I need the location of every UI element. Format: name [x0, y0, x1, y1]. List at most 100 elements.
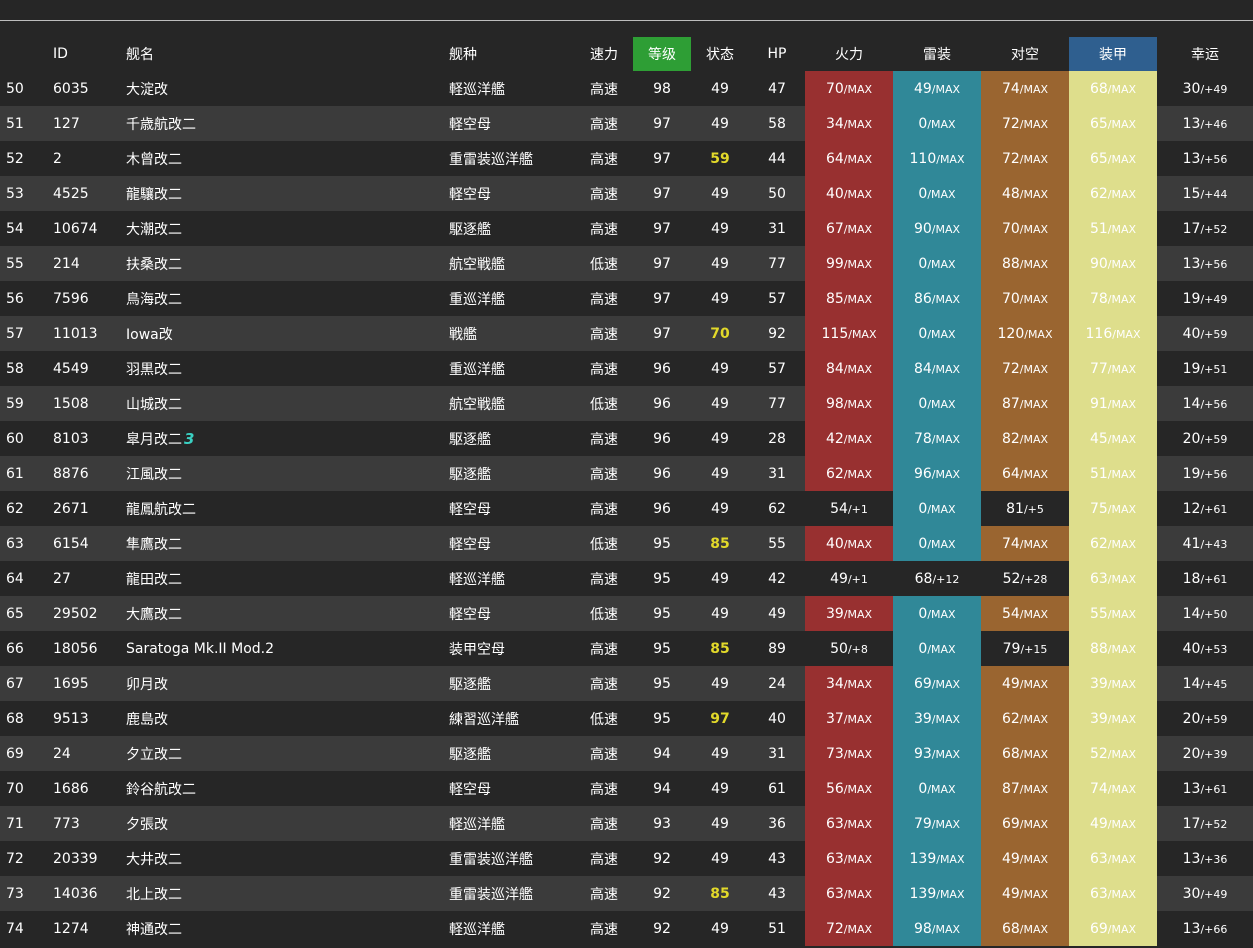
table-row[interactable]: 64 27 龍田改二 軽巡洋艦 高速 95 49 42 49/+1 68/+12 52/+28 63/…: [0, 561, 1253, 596]
table-row[interactable]: 69 24 夕立改二 駆逐艦 高速 94 49 31 73/MAX 93/MAX 68/MAX 52/…: [0, 736, 1253, 771]
col-header-luck[interactable]: 幸运: [1157, 37, 1253, 71]
cell-luck: 40/+59: [1157, 316, 1253, 351]
cell-armor: 78/MAX: [1069, 281, 1157, 316]
cell-name: 北上改二: [120, 876, 443, 911]
cell-armor-mod: /MAX: [1107, 817, 1137, 831]
cell-firepower-mod: /+1: [847, 572, 868, 586]
table-row[interactable]: 71 773 夕張改 軽巡洋艦 高速 93 49 36 63/MAX 79/MAX 69/MAX 49…: [0, 806, 1253, 841]
cell-id: 20339: [47, 841, 120, 876]
cell-armor-value: 63: [1089, 885, 1108, 902]
cell-torpedo-value: 0: [918, 185, 928, 202]
table-row[interactable]: 74 1274 神通改二 軽巡洋艦 高速 92 49 51 72/MAX 98/MAX 68/MAX…: [0, 911, 1253, 946]
table-row[interactable]: 50 6035 大淀改 軽巡洋艦 高速 98 49 47 70/MAX 49/MAX 74/MAX 6…: [0, 71, 1253, 106]
table-row[interactable]: 59 1508 山城改二 航空戦艦 低速 96 49 77 98/MAX 0/MAX 87/MAX 9…: [0, 386, 1253, 421]
col-header-speed[interactable]: 速力: [575, 37, 633, 71]
col-header-cond[interactable]: 状态: [691, 37, 749, 71]
cell-firepower: 54/+1: [805, 491, 893, 526]
table-row[interactable]: 67 1695 卯月改 駆逐艦 高速 95 49 24 34/MAX 69/MAX 49/MAX 39…: [0, 666, 1253, 701]
table-row[interactable]: 51 127 千歳航改二 軽空母 高速 97 49 58 34/MAX 0/MAX 72/MAX 65…: [0, 106, 1253, 141]
cell-antiair: 74/MAX: [981, 71, 1069, 106]
cell-cond: 49: [691, 386, 749, 421]
cell-torpedo-mod: /MAX: [927, 117, 956, 131]
cell-torpedo-mod: /MAX: [931, 362, 961, 376]
cell-torpedo-value: 0: [918, 395, 928, 412]
cell-speed: 高速: [575, 491, 633, 526]
col-header-firepower[interactable]: 火力: [805, 37, 893, 71]
cell-luck: 13/+46: [1157, 106, 1253, 141]
cell-no: 50: [0, 71, 47, 106]
cell-type: 軽空母: [443, 491, 575, 526]
cell-antiair-value: 72: [1001, 150, 1020, 167]
table-row[interactable]: 62 2671 龍鳳航改二 軽空母 高速 96 49 62 54/+1 0/MAX 81/+5 75/…: [0, 491, 1253, 526]
cell-hp: 62: [749, 491, 805, 526]
cell-antiair-value: 49: [1001, 675, 1020, 692]
ship-name: 北上改二: [126, 886, 182, 903]
table-row[interactable]: 70 1686 鈴谷航改二 軽空母 高速 94 49 61 56/MAX 0/MAX 87/MAX 7…: [0, 771, 1253, 806]
cell-speed: 低速: [575, 246, 633, 281]
cell-armor-value: 78: [1089, 290, 1108, 307]
table-row[interactable]: 61 8876 江風改二 駆逐艦 高速 96 49 31 62/MAX 96/MAX 64/MAX 5…: [0, 456, 1253, 491]
cell-torpedo-value: 78: [913, 430, 932, 447]
cell-luck-mod: /+46: [1200, 117, 1228, 131]
cell-name: 山城改二: [120, 386, 443, 421]
col-header-level[interactable]: 等级: [633, 37, 691, 71]
cell-luck-mod: /+49: [1200, 292, 1228, 306]
cell-cond: 49: [691, 106, 749, 141]
cell-cond: 85: [691, 631, 749, 666]
col-header-name[interactable]: 舰名: [120, 37, 443, 71]
cell-firepower-value: 72: [825, 920, 844, 937]
cell-name: 大淀改: [120, 71, 443, 106]
cell-type: 航空戦艦: [443, 246, 575, 281]
cell-firepower: 34/MAX: [805, 666, 893, 701]
cell-antiair-value: 81: [1006, 500, 1024, 517]
table-row[interactable]: 56 7596 鳥海改二 重巡洋艦 高速 97 49 57 85/MAX 86/MAX 70/MAX…: [0, 281, 1253, 316]
cell-antiair: 87/MAX: [981, 771, 1069, 806]
cell-firepower: 39/MAX: [805, 596, 893, 631]
cell-luck: 13/+56: [1157, 141, 1253, 176]
table-row[interactable]: 63 6154 隼鷹改二 軽空母 低速 95 85 55 40/MAX 0/MAX 74/MAX 62…: [0, 526, 1253, 561]
cell-firepower-mod: /MAX: [843, 257, 873, 271]
cell-speed: 高速: [575, 456, 633, 491]
table-row[interactable]: 66 18056 Saratoga Mk.II Mod.2 装甲空母 高速 95 85 89 5…: [0, 631, 1253, 666]
col-header-hp[interactable]: HP: [749, 37, 805, 71]
table-row[interactable]: 72 20339 大井改二 重雷装巡洋艦 高速 92 49 43 63/MAX 139/MAX 49…: [0, 841, 1253, 876]
cell-antiair-value: 68: [1001, 745, 1020, 762]
table-row[interactable]: 73 14036 北上改二 重雷装巡洋艦 高速 92 85 43 63/MAX 139/MAX 49…: [0, 876, 1253, 911]
table-row[interactable]: 53 4525 龍驤改二 軽空母 高速 97 49 50 40/MAX 0/MAX 48/MAX 62…: [0, 176, 1253, 211]
table-row[interactable]: 68 9513 鹿島改 練習巡洋艦 低速 95 97 40 37/MAX 39/MAX 62/MAX…: [0, 701, 1253, 736]
cell-cond: 59: [691, 141, 749, 176]
cell-armor-mod: /MAX: [1107, 187, 1137, 201]
cell-hp: 51: [749, 911, 805, 946]
cell-type: 重巡洋艦: [443, 351, 575, 386]
cell-firepower-value: 70: [825, 80, 844, 97]
table-row[interactable]: 54 10674 大潮改二 駆逐艦 高速 97 49 31 67/MAX 90/MAX 70/MAX…: [0, 211, 1253, 246]
table-row[interactable]: 58 4549 羽黒改二 重巡洋艦 高速 96 49 57 84/MAX 84/MAX 72/MAX…: [0, 351, 1253, 386]
cell-antiair-mod: /MAX: [1019, 362, 1049, 376]
cell-firepower-value: 64: [825, 150, 844, 167]
col-header-antiair[interactable]: 对空: [981, 37, 1069, 71]
table-row[interactable]: 52 2 木曾改二 重雷装巡洋艦 高速 97 59 44 64/MAX 110/MAX 72/MAX…: [0, 141, 1253, 176]
table-row[interactable]: 65 29502 大鷹改二 軽空母 低速 95 49 49 39/MAX 0/MAX 54/MAX 5…: [0, 596, 1253, 631]
col-header-armor[interactable]: 装甲: [1069, 37, 1157, 71]
table-row[interactable]: 55 214 扶桑改二 航空戦艦 低速 97 49 77 99/MAX 0/MAX 88/MAX 90…: [0, 246, 1253, 281]
cell-torpedo-mod: /MAX: [931, 677, 961, 691]
col-header-type[interactable]: 舰种: [443, 37, 575, 71]
ship-name: 夕立改二: [126, 746, 182, 763]
cell-firepower-value: 99: [825, 255, 844, 272]
cell-torpedo-mod: /MAX: [931, 747, 961, 761]
cell-level: 94: [633, 736, 691, 771]
cell-antiair-mod: /MAX: [1019, 922, 1049, 936]
col-header-torpedo[interactable]: 雷装: [893, 37, 981, 71]
cell-speed: 高速: [575, 736, 633, 771]
cell-luck-mod: /+45: [1200, 677, 1228, 691]
cell-firepower-mod: /MAX: [843, 152, 873, 166]
cell-name: 羽黒改二: [120, 351, 443, 386]
cell-no: 71: [0, 806, 47, 841]
col-header-id[interactable]: ID: [47, 37, 120, 71]
cell-armor-mod: /MAX: [1107, 782, 1137, 796]
ship-name: 龍鳳航改二: [126, 501, 196, 518]
cell-firepower-value: 50: [830, 640, 848, 657]
table-row[interactable]: 57 11013 Iowa改 戦艦 高速 97 70 92 115/MAX 0/MAX 120/MA…: [0, 316, 1253, 351]
col-header-no[interactable]: [0, 37, 47, 71]
table-row[interactable]: 60 8103 皐月改二 3 駆逐艦 高速 96 49 28 42/MAX 78/MAX 82/MAX…: [0, 421, 1253, 456]
